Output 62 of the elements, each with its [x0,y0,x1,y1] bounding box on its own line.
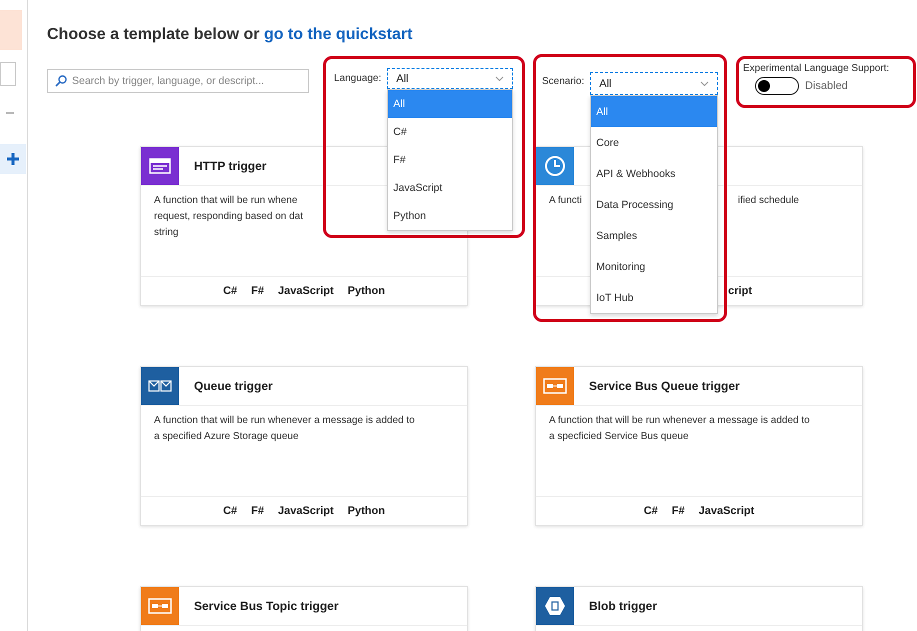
language-tag: JavaScript [278,505,334,517]
language-tag: C# [223,285,238,297]
dropdown-option[interactable]: All [388,90,512,118]
chevron-down-icon [495,76,504,82]
language-tag: F# [251,285,264,297]
card-description: A function that will be run whenever a message is added to [549,414,810,428]
dropdown-option[interactable]: API & Webhooks [591,158,717,189]
dropdown-option[interactable]: Python [388,202,512,230]
chevron-down-icon [700,80,709,86]
language-tag: Python [348,285,385,297]
envelopes-icon [148,380,172,392]
add-tile-icon[interactable] [0,144,26,174]
bus-connector-icon [148,598,172,614]
bus-connector-icon [543,378,567,394]
dropdown-option[interactable]: Core [591,127,717,158]
language-tag: C# [644,505,658,517]
card-description: request, responding based on dat [154,210,303,224]
template-card[interactable]: Service Bus Queue trigger A function that will be run whenever a message is added to a specficied Service Bus queue C# F# JavaScript [535,366,863,526]
dropdown-option[interactable]: C# [388,118,512,146]
dropdown-option[interactable]: Monitoring [591,251,717,282]
dropdown-option[interactable]: JavaScript [388,174,512,202]
search-icon [55,75,67,87]
card-description: A function that will be run whene [154,194,298,208]
dropdown-option[interactable]: Samples [591,220,717,251]
template-card[interactable]: Queue trigger A function that will be run whenever a message is added to a specified Azure Storage queue C# F# JavaScript Python [140,366,468,526]
card-title: Service Bus Queue trigger [589,379,740,393]
blob-storage-icon [544,595,566,617]
toggle-label: Experimental Language Support: [743,63,890,74]
card-description: a specficied Service Bus queue [549,430,689,444]
language-tag: Python [348,505,385,517]
card-description: a specified Azure Storage queue [154,430,299,444]
template-card[interactable]: Blob trigger [535,586,863,631]
card-description: ified schedule [738,194,799,208]
dropdown-label: Scenario: [542,76,584,87]
toggle-switch[interactable] [755,77,799,95]
card-description: string [154,226,178,240]
dropdown-option[interactable]: F# [388,146,512,174]
language-tag: cript [728,285,752,297]
card-title: HTTP trigger [194,159,266,173]
language-tag: JavaScript [698,505,754,517]
minus-icon[interactable] [6,112,14,114]
dropdown-label: Language: [334,73,382,84]
web-window-icon [149,158,171,174]
search-field[interactable]: Search by trigger, language, or descript... [47,69,309,93]
card-title: Blob trigger [589,599,657,613]
card-description: A functi [549,194,582,208]
template-card[interactable]: Service Bus Topic trigger [140,586,468,631]
dropdown-option[interactable]: IoT Hub [591,282,717,313]
dropdown-option[interactable]: Data Processing [591,189,717,220]
page-heading: Choose a template below or go to the quickstart [47,26,414,44]
language-tag: JavaScript [278,285,334,297]
card-title: Service Bus Topic trigger [194,599,338,613]
dropdown-option[interactable]: All [591,96,717,127]
card-description: A function that will be run whenever a message is added to [154,414,415,428]
toggle-state: Disabled [805,79,848,93]
language-tag: F# [672,505,685,517]
clock-icon [544,155,566,177]
quickstart-link[interactable]: go to the quickstart [264,26,412,43]
language-tag: C# [223,505,238,517]
plus-icon [7,153,19,165]
card-title: Queue trigger [194,379,273,393]
language-tag: F# [251,505,264,517]
